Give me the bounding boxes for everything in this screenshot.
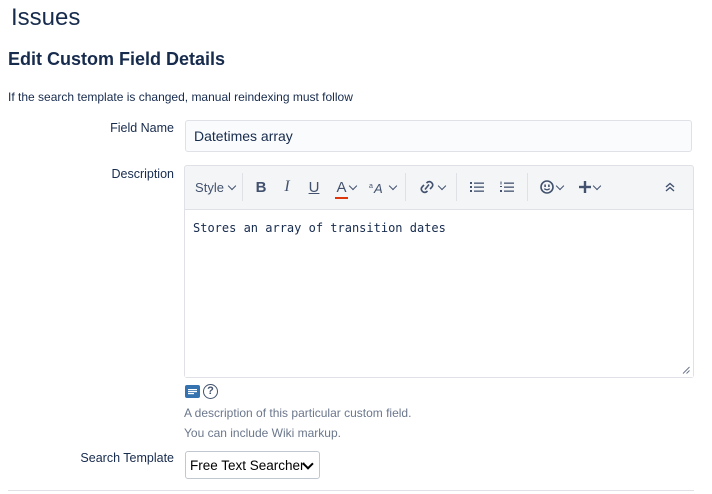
chevron-down-icon xyxy=(388,181,397,190)
text-size-icon: a A xyxy=(369,181,383,194)
text-color-icon: A xyxy=(335,178,348,199)
chevron-down-icon xyxy=(437,181,446,190)
field-name-label: Field Name xyxy=(110,121,174,135)
underline-icon: U xyxy=(308,178,320,196)
description-help-text: A description of this particular custom … xyxy=(184,403,411,443)
style-dropdown[interactable]: Style xyxy=(193,173,237,201)
bullet-list-button[interactable] xyxy=(462,173,492,201)
chevron-down-icon xyxy=(348,181,357,190)
collapse-toolbar-button[interactable] xyxy=(655,173,685,201)
editor-toolbar: Style B I U A a A xyxy=(185,166,693,208)
bullet-list-icon xyxy=(470,182,484,192)
resize-handle-icon[interactable] xyxy=(682,366,690,374)
insert-more-button[interactable] xyxy=(569,173,609,201)
collapse-icon xyxy=(665,182,675,192)
link-button[interactable] xyxy=(411,173,451,201)
italic-button[interactable]: I xyxy=(274,173,300,201)
underline-button[interactable]: U xyxy=(300,173,328,201)
section-title: Edit Custom Field Details xyxy=(8,49,226,69)
description-help-icons: ? xyxy=(185,384,218,399)
description-help-line: A description of this particular custom … xyxy=(184,406,412,420)
insert-more-icon xyxy=(578,181,591,193)
toolbar-divider xyxy=(405,173,406,201)
numbered-list-icon xyxy=(500,181,514,192)
toolbar-divider xyxy=(242,173,243,201)
description-label: Description xyxy=(111,167,174,181)
bold-button[interactable]: B xyxy=(248,173,274,201)
toolbar-divider xyxy=(456,173,457,201)
emoji-icon xyxy=(539,180,554,194)
bold-icon: B xyxy=(255,178,267,196)
italic-icon: I xyxy=(284,178,290,195)
svg-text:a: a xyxy=(369,183,373,190)
chevron-down-icon xyxy=(592,181,601,190)
svg-text:A: A xyxy=(373,181,383,194)
numbered-list-button[interactable] xyxy=(492,173,522,201)
link-icon xyxy=(419,180,434,194)
description-help-line: You can include Wiki markup. xyxy=(184,426,341,440)
page-title: Issues xyxy=(11,4,81,31)
reindex-notice: If the search template is changed, manua… xyxy=(8,90,353,104)
help-icon[interactable]: ? xyxy=(203,384,218,399)
text-size-button[interactable]: a A xyxy=(364,173,400,201)
divider xyxy=(8,490,694,491)
search-template-value: Free Text Searcher xyxy=(190,457,305,473)
wiki-markup-icon[interactable] xyxy=(185,385,200,398)
text-color-button[interactable]: A xyxy=(328,173,364,201)
toolbar-divider xyxy=(527,173,528,201)
emoji-button[interactable] xyxy=(533,173,569,201)
description-editor: Style B I U A a A Stores an array of tra… xyxy=(184,165,694,378)
search-template-label: Search Template xyxy=(80,451,174,465)
search-template-select[interactable]: Free Text Searcher xyxy=(185,451,320,479)
description-textarea[interactable]: Stores an array of transition dates xyxy=(185,209,693,377)
chevron-down-icon xyxy=(555,181,564,190)
style-label: Style xyxy=(195,179,224,195)
chevron-down-icon xyxy=(227,181,237,190)
field-name-input[interactable] xyxy=(185,120,692,152)
